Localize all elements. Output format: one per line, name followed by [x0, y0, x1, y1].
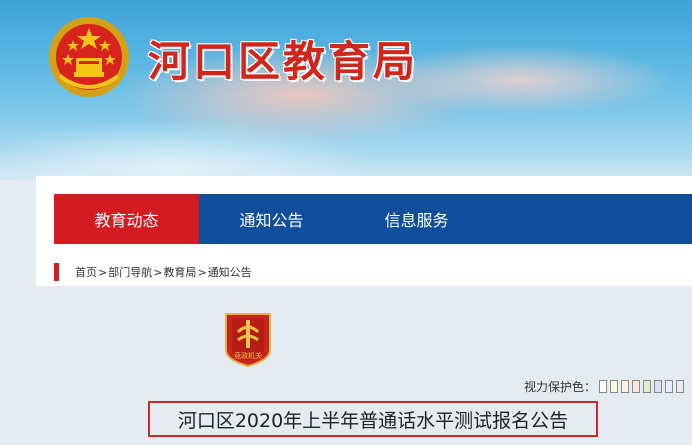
eye-care-swatch[interactable]	[676, 380, 684, 393]
nav-item-education-news[interactable]: 教育动态	[54, 194, 199, 244]
breadcrumb-separator: >	[153, 265, 163, 279]
header-banner: 河口区教育局	[0, 0, 692, 180]
article-title: 河口区2020年上半年普通话水平测试报名公告	[148, 401, 598, 437]
nav-item-notices[interactable]: 通知公告	[199, 194, 344, 244]
breadcrumb-department-nav[interactable]: 部门导航	[108, 264, 152, 280]
breadcrumb: 首页 > 部门导航 > 教育局 > 通知公告	[54, 262, 252, 282]
eye-care-swatch[interactable]	[654, 380, 662, 393]
breadcrumb-notices[interactable]: 通知公告	[208, 264, 252, 280]
national-emblem-icon	[49, 17, 129, 97]
site-title: 河口区教育局	[148, 37, 419, 86]
eye-care-swatch[interactable]	[665, 380, 673, 393]
eye-care-swatch[interactable]	[610, 380, 618, 393]
banner-wave	[0, 120, 380, 180]
badge-text: 竞政机关	[234, 351, 262, 360]
nav-item-info-services[interactable]: 信息服务	[344, 194, 489, 244]
eye-care-swatch[interactable]	[643, 380, 651, 393]
main-nav: 教育动态 通知公告 信息服务	[54, 194, 692, 244]
eye-care-swatch[interactable]	[599, 380, 607, 393]
breadcrumb-education-bureau[interactable]: 教育局	[163, 264, 196, 280]
breadcrumb-home[interactable]: 首页	[75, 264, 97, 280]
party-government-badge-icon[interactable]: 竞政机关	[222, 310, 274, 368]
eye-care-label: 视力保护色：	[523, 380, 596, 394]
breadcrumb-marker	[54, 263, 59, 281]
breadcrumb-separator: >	[197, 265, 207, 279]
eye-care-swatch[interactable]	[632, 380, 640, 393]
eye-care-swatch[interactable]	[621, 380, 629, 393]
breadcrumb-separator: >	[98, 265, 108, 279]
eye-care-color-picker: 视力保护色：	[524, 378, 684, 395]
